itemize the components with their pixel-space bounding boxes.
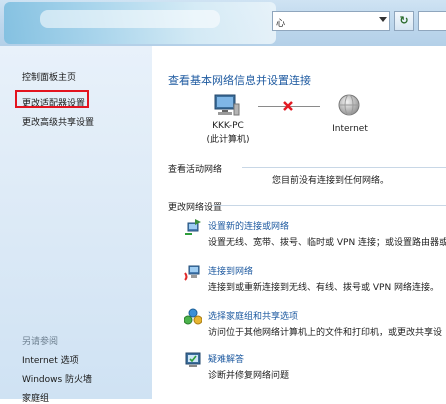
control-panel-home-link[interactable]: 控制面板主页 [22, 70, 76, 83]
setup-new-connection-desc: 设置无线、宽带、拨号、临时或 VPN 连接；或设置路由器或 [208, 238, 446, 248]
connect-to-network-desc: 连接到或重新连接到无线、有线、拨号或 VPN 网络连接。 [208, 283, 440, 293]
section-divider [242, 167, 446, 168]
new-connection-icon [185, 219, 201, 235]
computer-subtitle: (此计算机) [206, 135, 250, 145]
homegroup-link[interactable]: 家庭组 [22, 391, 49, 404]
address-bar[interactable]: 心 [272, 11, 390, 31]
connect-network-icon [184, 265, 200, 281]
windows-firewall-link[interactable]: Windows 防火墙 [22, 372, 92, 385]
homegroup-sharing-link[interactable]: 选择家庭组和共享选项 [208, 309, 298, 322]
window-header: 心 ↻ [0, 0, 446, 46]
setup-new-connection-link[interactable]: 设置新的连接或网络 [208, 219, 289, 232]
change-advanced-sharing-link[interactable]: 更改高级共享设置 [22, 115, 94, 128]
computer-name: KKK-PC [212, 121, 244, 131]
disconnected-x-icon [283, 101, 293, 111]
search-input[interactable] [418, 11, 446, 31]
see-also-title: 另请参阅 [22, 337, 59, 347]
globe-icon [338, 94, 360, 116]
page-title: 查看基本网络信息并设置连接 [168, 74, 311, 87]
address-dropdown-icon[interactable] [379, 17, 387, 22]
active-networks-title: 查看活动网络 [168, 165, 223, 175]
change-settings-title: 更改网络设置 [168, 203, 223, 213]
no-connection-text: 您目前没有连接到任何网络。 [272, 176, 390, 186]
computer-icon [214, 94, 240, 116]
address-bar-text: 心 [276, 19, 286, 29]
homegroup-sharing-desc: 访问位于其他网络计算机上的文件和打印机，或更改共享设 [208, 328, 443, 338]
internet-options-link[interactable]: Internet 选项 [22, 353, 79, 366]
troubleshoot-icon [185, 352, 201, 367]
main-content: 查看基本网络信息并设置连接 KKK-PC (此计算机) Internet 查看活… [152, 46, 446, 399]
internet-label: Internet [332, 124, 368, 134]
highlight-box [15, 90, 89, 108]
section-divider [212, 205, 446, 206]
refresh-icon: ↻ [399, 14, 409, 27]
connect-to-network-link[interactable]: 连接到网络 [208, 264, 253, 277]
blurred-breadcrumb-region [40, 10, 220, 28]
troubleshoot-desc: 诊断并修复网络问题 [208, 371, 290, 381]
refresh-button[interactable]: ↻ [394, 11, 414, 31]
homegroup-sharing-icon [184, 308, 202, 325]
troubleshoot-link[interactable]: 疑难解答 [208, 352, 244, 365]
